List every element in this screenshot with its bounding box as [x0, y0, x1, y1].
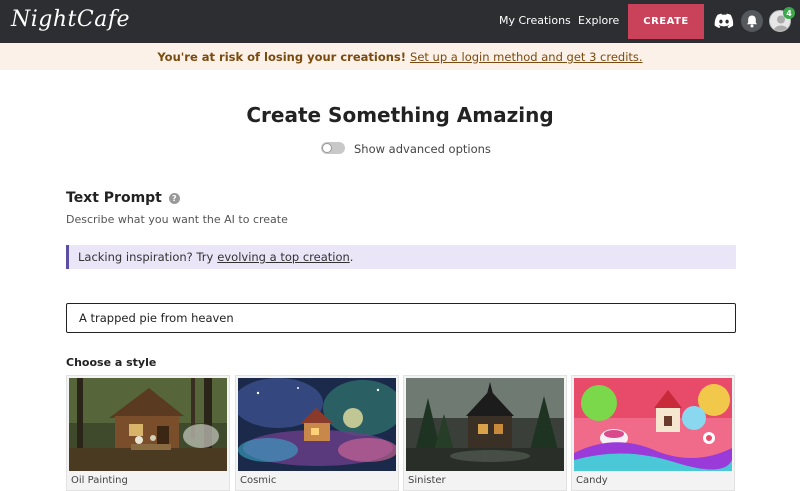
style-label: Cosmic: [240, 475, 277, 486]
text-prompt-title: Text Prompt: [66, 190, 162, 206]
advanced-options-label[interactable]: Show advanced options: [354, 142, 491, 156]
text-prompt-heading: Text Prompt ?: [66, 190, 180, 206]
nav-my-creations[interactable]: My Creations: [499, 14, 571, 27]
banner-warning-text: You're at risk of losing your creations!: [157, 49, 407, 64]
login-warning-banner: You're at risk of losing your creations!…: [0, 43, 800, 70]
create-button[interactable]: CREATE: [628, 4, 704, 39]
style-card-candy[interactable]: Candy: [571, 375, 735, 491]
style-card-sinister[interactable]: Sinister: [403, 375, 567, 491]
discord-icon[interactable]: [714, 13, 734, 29]
sinister-style-thumbnail: [406, 378, 564, 471]
text-prompt-description: Describe what you want the AI to create: [66, 213, 288, 226]
style-label: Candy: [576, 475, 608, 486]
style-card-cosmic[interactable]: Cosmic: [235, 375, 399, 491]
style-label: Oil Painting: [71, 475, 128, 486]
candy-style-thumbnail: [574, 378, 732, 471]
toggle-knob: [322, 143, 332, 153]
notifications-button[interactable]: [741, 10, 763, 32]
text-prompt-input[interactable]: [66, 303, 736, 333]
style-label: Sinister: [408, 475, 446, 486]
inspiration-callout: Lacking inspiration? Try evolving a top …: [66, 245, 736, 269]
cosmic-style-thumbnail: [238, 378, 396, 471]
nav-explore[interactable]: Explore: [578, 14, 619, 27]
nightcafe-logo[interactable]: NightCafe: [11, 7, 130, 32]
help-icon[interactable]: ?: [168, 192, 180, 204]
style-card-oil-painting[interactable]: Oil Painting: [66, 375, 230, 491]
style-heading: Choose a style: [66, 356, 157, 369]
advanced-options-toggle[interactable]: [321, 142, 345, 154]
notification-count-badge: 4: [783, 7, 795, 19]
inspiration-prefix: Lacking inspiration? Try: [78, 250, 214, 264]
evolve-top-creation-link[interactable]: evolving a top creation: [217, 250, 350, 264]
setup-login-link[interactable]: Set up a login method and get 3 credits.: [410, 50, 643, 64]
oil-painting-style-thumbnail: [69, 378, 227, 471]
page-title: Create Something Amazing: [246, 103, 554, 127]
bell-icon: [747, 15, 757, 27]
top-nav-bar: NightCafe My Creations Explore CREATE 4: [0, 0, 800, 43]
inspiration-suffix: .: [349, 250, 354, 264]
